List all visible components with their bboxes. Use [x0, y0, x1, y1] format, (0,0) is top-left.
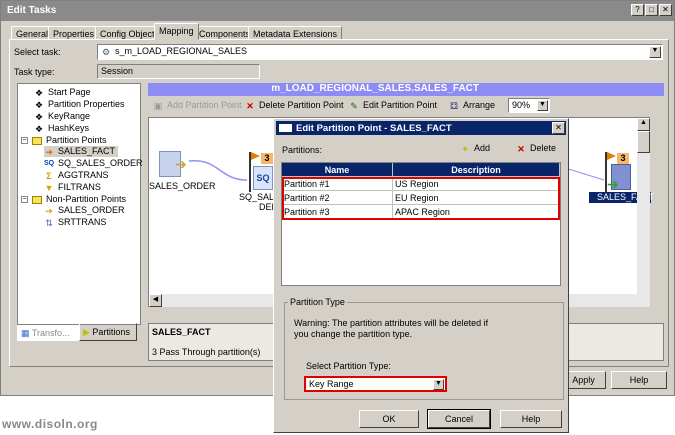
tree-hashkeys[interactable]: ❖ HashKeys: [34, 123, 89, 134]
source-icon: ➔: [45, 205, 53, 216]
tab-config-object[interactable]: Config Object: [95, 26, 160, 40]
tree-keyrange[interactable]: ❖ KeyRange: [34, 111, 90, 122]
tree-non-partition-points[interactable]: − Non-Partition Points: [21, 194, 126, 204]
flag-pennant: [251, 152, 260, 160]
target-arrow-icon: ➔: [607, 176, 619, 192]
source-qualifier-icon: SQ: [44, 159, 55, 167]
pencil-icon: ✎: [350, 100, 358, 111]
tab-transformations[interactable]: ▦ Transfo...: [17, 325, 79, 341]
target-icon: ➔: [45, 146, 53, 157]
node-icon: ❖: [34, 123, 44, 134]
zoom-combobox[interactable]: 90% ▼: [508, 98, 550, 113]
partition-tree: ❖ Start Page ❖ Partition Properties ❖ KeyRa…: [17, 83, 143, 325]
tree-sales-fact[interactable]: ➔ SALES_FACT: [44, 146, 119, 157]
filter-icon: ▼: [44, 182, 54, 193]
source-label: SALES_ORDER: [149, 181, 216, 191]
folder-icon: [32, 195, 42, 204]
node-icon: ❖: [34, 99, 44, 110]
partition-count-badge: 3: [261, 153, 273, 164]
delete-x-icon: ✕: [246, 100, 254, 111]
partition-count-badge: 3: [617, 153, 629, 164]
window-icon: [279, 124, 292, 132]
tab-general[interactable]: General: [11, 26, 54, 40]
tab-components[interactable]: Components: [194, 26, 256, 40]
select-task-value: s_m_LOAD_REGIONAL_SALES: [115, 46, 248, 56]
dialog-help-button[interactable]: Help: [500, 410, 562, 428]
task-type-label: Task type:: [14, 67, 55, 77]
add-partition-point-button[interactable]: ▣ Add Partition Point: [153, 100, 242, 111]
select-task-label: Select task:: [14, 47, 61, 57]
maximize-button[interactable]: □: [645, 4, 658, 16]
new-icon: ✦: [461, 143, 469, 154]
collapse-icon: −: [21, 137, 28, 145]
window-title: Edit Tasks: [7, 5, 57, 16]
partition-type-group-label: Partition Type: [288, 297, 347, 307]
session-gear-icon: ⚙: [101, 46, 111, 57]
tree-partition-properties[interactable]: ❖ Partition Properties: [34, 99, 125, 110]
warning-line2: you change the partition type.: [294, 329, 413, 339]
tree-sales-order[interactable]: ➔ SALES_ORDER: [44, 205, 124, 216]
dialog-title: Edit Partition Point - SALES_FACT: [296, 123, 452, 134]
chevron-down-icon[interactable]: ▼: [649, 46, 661, 58]
tree-aggtrans[interactable]: Σ AGGTRANS: [44, 170, 108, 181]
add-icon: ▣: [153, 100, 163, 111]
chevron-down-icon: ▼: [433, 379, 444, 390]
delete-partition-button[interactable]: ✕ Delete: [516, 143, 556, 154]
dialog-title-bar: Edit Partition Point - SALES_FACT: [276, 121, 566, 135]
dialog-close-button[interactable]: ✕: [552, 122, 565, 134]
tab-metadata-extensions[interactable]: Metadata Extensions: [248, 26, 343, 40]
node-icon: ❖: [34, 87, 44, 98]
task-type-field: Session: [97, 64, 260, 79]
partitions-icon: ▶: [83, 327, 93, 337]
partitions-table: Name Description Partition #1 US Region Pa…: [281, 162, 561, 286]
arrange-button[interactable]: ⚃ Arrange: [449, 100, 495, 111]
tab-mapping[interactable]: Mapping: [154, 23, 199, 40]
rows-highlight: [282, 177, 560, 220]
aggregator-icon: Σ: [46, 170, 52, 181]
cancel-button[interactable]: Cancel: [427, 409, 491, 429]
tree-srttrans[interactable]: ⇅ SRTTRANS: [44, 217, 106, 228]
vertical-scrollbar[interactable]: ▲: [637, 118, 650, 294]
mapping-header: m_LOAD_REGIONAL_SALES.SALES_FACT: [148, 83, 664, 96]
column-header-description[interactable]: Description: [393, 163, 560, 177]
collapse-icon: −: [21, 196, 28, 204]
transformations-icon: ▦: [21, 328, 32, 338]
delete-x-icon: ✕: [517, 143, 525, 154]
tree-sq-sales-order[interactable]: SQ SQ_SALES_ORDER: [44, 158, 143, 169]
close-button[interactable]: ✕: [659, 4, 672, 16]
select-partition-type-label: Select Partition Type:: [306, 361, 391, 371]
tab-partitions[interactable]: ▶ Partitions: [79, 323, 137, 341]
column-header-name[interactable]: Name: [282, 163, 393, 177]
help-window-button[interactable]: ?: [631, 4, 644, 16]
node-icon: ❖: [34, 111, 44, 122]
arrow-icon: ➔: [175, 156, 187, 172]
tree-start-page[interactable]: ❖ Start Page: [34, 87, 91, 98]
chevron-down-icon: ▼: [537, 100, 548, 111]
sorter-icon: ⇅: [45, 217, 53, 228]
sq-icon: SQ: [253, 166, 273, 190]
edit-partition-point-button[interactable]: ✎ Edit Partition Point: [349, 100, 437, 111]
warning-line1: Warning: The partition attributes will b…: [294, 318, 489, 328]
tree-partition-points[interactable]: − Partition Points: [21, 135, 107, 145]
tree-filtrans[interactable]: ▼ FILTRANS: [44, 182, 101, 193]
partition-type-select[interactable]: Key Range ▼: [304, 376, 447, 392]
arrange-icon: ⚃: [450, 100, 458, 111]
title-bar: Edit Tasks: [1, 1, 674, 21]
delete-partition-point-button[interactable]: ✕ Delete Partition Point: [245, 100, 343, 111]
select-task-combobox[interactable]: ⚙ s_m_LOAD_REGIONAL_SALES ▼: [97, 44, 663, 60]
ok-button[interactable]: OK: [359, 410, 419, 428]
edit-partition-point-dialog: Edit Partition Point - SALES_FACT ✕ Part…: [273, 118, 569, 433]
add-partition-button[interactable]: ✦ Add: [460, 143, 490, 154]
help-button[interactable]: Help: [611, 371, 667, 389]
folder-icon: [32, 136, 42, 145]
watermark: www.disoln.org: [2, 417, 98, 431]
tab-properties[interactable]: Properties: [48, 26, 100, 40]
flag-pennant: [607, 152, 616, 160]
partitions-label: Partitions:: [282, 145, 323, 155]
